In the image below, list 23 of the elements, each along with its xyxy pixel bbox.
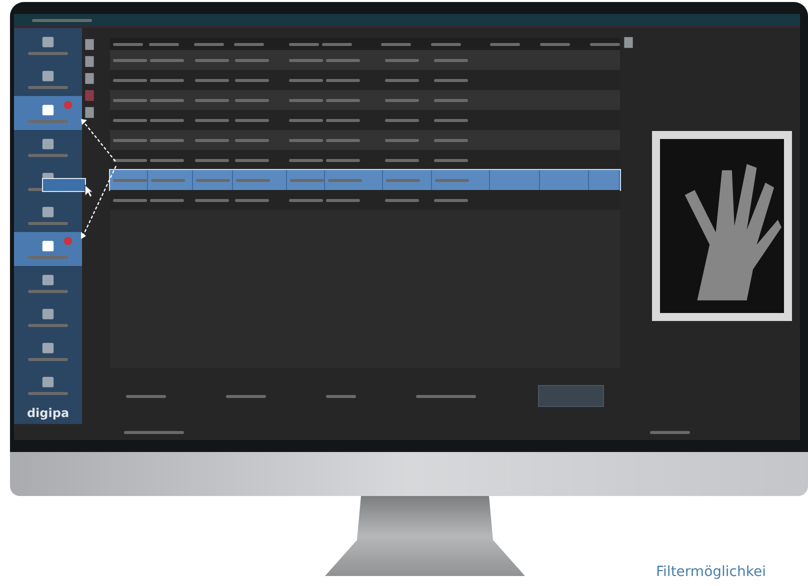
toolbar-icon[interactable] bbox=[84, 72, 95, 85]
table-row[interactable] bbox=[110, 150, 620, 170]
menu-icon[interactable] bbox=[623, 36, 634, 49]
module-icon bbox=[40, 342, 56, 354]
tooltip bbox=[42, 178, 86, 192]
module-icon bbox=[40, 206, 56, 218]
module-icon bbox=[40, 138, 56, 150]
toolbar-icon[interactable] bbox=[84, 38, 95, 51]
module-icon bbox=[40, 70, 56, 82]
module-icon bbox=[40, 274, 56, 286]
toolbar-icon[interactable] bbox=[84, 55, 95, 68]
module-icon bbox=[40, 36, 56, 48]
logo: digipa bbox=[26, 405, 70, 422]
sidebar-item[interactable] bbox=[14, 96, 82, 130]
module-icon bbox=[40, 308, 56, 320]
sidebar-item[interactable] bbox=[14, 232, 82, 266]
caption: Filtermöglichkei bbox=[656, 564, 766, 580]
module-icon bbox=[40, 376, 56, 388]
toolbar-icon[interactable] bbox=[84, 106, 95, 119]
module-icon bbox=[40, 104, 56, 116]
cursor-icon bbox=[84, 184, 94, 198]
module-icon bbox=[40, 240, 56, 252]
blurred-text bbox=[32, 18, 92, 22]
